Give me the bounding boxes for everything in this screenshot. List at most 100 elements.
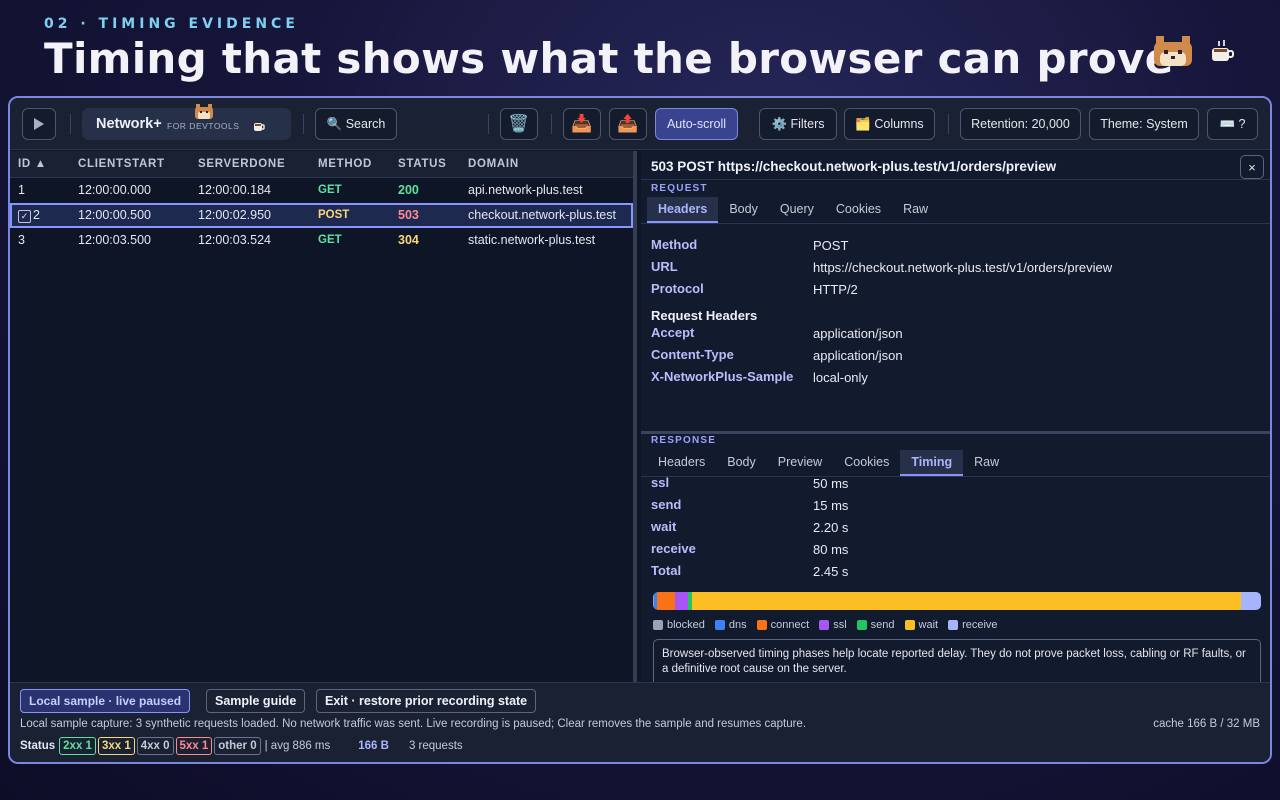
- timing-key: send: [651, 497, 682, 512]
- response-tab-cookies[interactable]: Cookies: [833, 450, 900, 476]
- timing-key: receive: [651, 541, 696, 556]
- status-label: Status: [20, 740, 56, 752]
- search-button[interactable]: 🔍 Search: [315, 108, 397, 140]
- status-chip-2xx[interactable]: 2xx 1: [59, 737, 96, 755]
- close-detail-button[interactable]: ×: [1240, 155, 1264, 179]
- request-tab-body[interactable]: Body: [718, 197, 769, 223]
- legend-label: send: [870, 619, 895, 631]
- request-list-pane: ID ▲ CLIENTSTART SERVERDONE METHOD STATU…: [10, 151, 637, 682]
- legend-item-connect: connect: [756, 619, 809, 631]
- legend-item-send: send: [856, 619, 895, 631]
- cache-usage: cache 166 B / 32 MB: [1153, 718, 1260, 730]
- row-method: POST: [318, 209, 350, 221]
- columns-button[interactable]: 🗂️ Columns: [844, 108, 935, 140]
- row-domain: checkout.network-plus.test: [468, 208, 616, 222]
- response-tab-body[interactable]: Body: [716, 450, 767, 476]
- request-tab-headers[interactable]: Headers: [647, 197, 719, 223]
- legend-swatch: [714, 620, 725, 630]
- export-button[interactable]: 📤: [609, 108, 647, 140]
- status-chip-5xx[interactable]: 5xx 1: [175, 737, 213, 755]
- response-tab-raw[interactable]: Raw: [963, 450, 1010, 476]
- header-value: application/json: [813, 326, 903, 341]
- field-value: HTTP/2: [813, 282, 858, 297]
- request-tab-query[interactable]: Query: [769, 197, 825, 223]
- column-header-clientstart[interactable]: CLIENTSTART: [78, 158, 165, 170]
- response-section-label: RESPONSE: [651, 435, 717, 446]
- timing-key: wait: [651, 519, 677, 534]
- detail-title: 503 POST https://checkout.network-plus.t…: [651, 159, 1057, 174]
- coffee-cup-icon: [1212, 40, 1234, 61]
- request-count: 3 requests: [408, 740, 463, 752]
- row-clientstart: 12:00:00.500: [78, 208, 151, 222]
- status-chip-other[interactable]: other 0: [214, 737, 261, 755]
- response-tab-preview[interactable]: Preview: [767, 450, 833, 476]
- selected-checkbox-icon[interactable]: ✓: [18, 210, 31, 223]
- table-header: ID ▲ CLIENTSTART SERVERDONE METHOD STATU…: [10, 151, 633, 178]
- shortcuts-button[interactable]: ⌨️ ?: [1207, 108, 1258, 140]
- timing-segment-ssl: [675, 592, 688, 610]
- legend-label: blocked: [667, 619, 705, 631]
- status-chip-3xx[interactable]: 3xx 1: [97, 737, 135, 755]
- field-value: https://checkout.network-plus.test/v1/or…: [813, 260, 1113, 275]
- timing-key: ssl: [651, 475, 670, 490]
- theme-button[interactable]: Theme: System: [1089, 108, 1199, 140]
- sample-mode-pill[interactable]: Local sample · live paused: [20, 689, 191, 713]
- request-tab-raw[interactable]: Raw: [892, 197, 939, 223]
- network-plus-app: Network+ FOR DEVTOOLS 🔍 Search 🗑️ 📥 📤 Au…: [8, 96, 1272, 764]
- legend-item-ssl: ssl: [819, 619, 847, 631]
- column-header-id[interactable]: ID ▲: [18, 158, 47, 170]
- play-button[interactable]: [22, 108, 56, 140]
- legend-label: receive: [962, 619, 998, 631]
- field-key: Protocol: [651, 281, 704, 296]
- row-serverdone: 12:00:00.184: [198, 183, 271, 197]
- timing-value: 2.20 s: [813, 520, 849, 535]
- row-serverdone: 12:00:03.524: [198, 233, 271, 247]
- column-header-serverdone[interactable]: SERVERDONE: [198, 158, 285, 170]
- table-row[interactable]: 1 12:00:00.000 12:00:00.184 GET 200 api.…: [10, 178, 633, 203]
- toolbar-separator: [948, 114, 949, 134]
- status-footer: Local sample · live paused Sample guide …: [10, 682, 1270, 762]
- column-header-method[interactable]: METHOD: [318, 158, 372, 170]
- divider: [641, 476, 1270, 477]
- request-section-label: REQUEST: [651, 183, 708, 194]
- row-serverdone: 12:00:02.950: [198, 208, 271, 222]
- legend-swatch: [819, 620, 830, 630]
- timing-segment-receive: [1240, 592, 1261, 610]
- row-domain: static.network-plus.test: [468, 233, 596, 247]
- brand-subtitle: FOR DEVTOOLS: [167, 121, 240, 131]
- column-header-status[interactable]: STATUS: [398, 158, 447, 170]
- divider: [641, 179, 1270, 180]
- sample-guide-button[interactable]: Sample guide: [206, 689, 306, 713]
- exit-sample-button[interactable]: Exit · restore prior recording state: [316, 689, 537, 713]
- table-row-selected[interactable]: ✓ 2 12:00:00.500 12:00:02.950 POST 503 ch…: [10, 203, 633, 228]
- header-value: local-only: [813, 370, 868, 385]
- filters-button[interactable]: ⚙️ Filters: [759, 108, 837, 140]
- retention-button[interactable]: Retention: 20,000: [960, 108, 1081, 140]
- legend-swatch: [948, 620, 959, 630]
- timing-key: Total: [651, 563, 682, 578]
- row-domain: api.network-plus.test: [468, 183, 583, 197]
- status-summary: Status 2xx 1 3xx 1 4xx 0 5xx 1 other 0 |…: [20, 737, 463, 755]
- brand-badge: Network+ FOR DEVTOOLS: [82, 104, 291, 140]
- legend-swatch: [653, 620, 663, 630]
- detail-pane: 503 POST https://checkout.network-plus.t…: [641, 151, 1270, 687]
- timing-segment-wait: [691, 592, 1241, 610]
- request-tab-cookies[interactable]: Cookies: [825, 197, 892, 223]
- status-chip-4xx[interactable]: 4xx 0: [136, 737, 174, 755]
- column-header-domain[interactable]: DOMAIN: [468, 158, 519, 170]
- row-id: 1: [18, 183, 25, 197]
- auto-scroll-toggle[interactable]: Auto-scroll: [655, 108, 738, 140]
- fox-mascot-icon: [1154, 36, 1192, 66]
- import-button[interactable]: 📥: [563, 108, 601, 140]
- response-tab-headers[interactable]: Headers: [647, 450, 716, 476]
- toolbar-separator: [551, 114, 552, 134]
- timing-value: 2.45 s: [813, 564, 849, 579]
- legend-swatch: [904, 620, 915, 630]
- slide-headline: Timing that shows what the browser can p…: [44, 34, 1174, 83]
- row-method: GET: [318, 184, 342, 196]
- clear-button[interactable]: 🗑️: [500, 108, 538, 140]
- table-row[interactable]: 3 12:00:03.500 12:00:03.524 GET 304 stat…: [10, 228, 633, 253]
- response-tab-timing[interactable]: Timing: [900, 450, 964, 476]
- header-value: application/json: [813, 348, 903, 363]
- timing-legend: blocked dns connect ssl send wait receive: [653, 619, 1008, 631]
